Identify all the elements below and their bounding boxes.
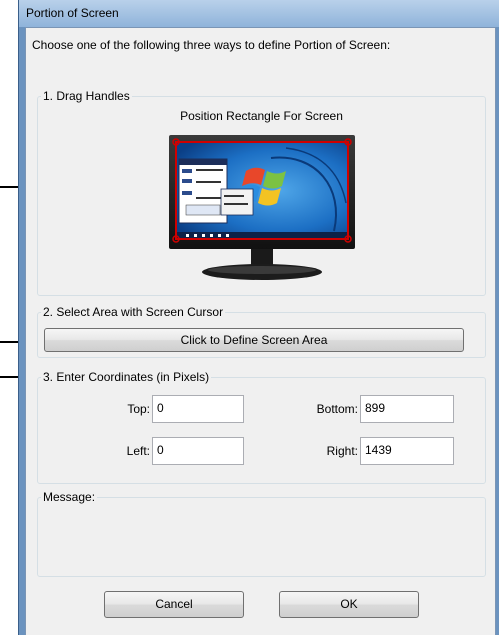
right-field[interactable]: 1439 — [360, 437, 454, 465]
top-label: Top: — [127, 402, 150, 416]
coordinates-group: 3. Enter Coordinates (in Pixels) Top: 0 … — [37, 370, 486, 484]
drag-handles-legend: 1. Drag Handles — [41, 89, 132, 103]
select-area-legend: 2. Select Area with Screen Cursor — [41, 305, 226, 319]
right-label: Right: — [326, 444, 358, 458]
intro-text: Choose one of the following three ways t… — [32, 38, 391, 52]
dialog-title: Portion of Screen — [26, 6, 119, 20]
bottom-field[interactable]: 899 — [360, 395, 454, 423]
taskbar — [176, 232, 348, 239]
select-area-group: 2. Select Area with Screen Cursor Click … — [37, 305, 486, 358]
message-legend: Message: — [41, 490, 98, 504]
dialog-body: Choose one of the following three ways t… — [25, 27, 496, 635]
message-group: Message: — [37, 490, 486, 577]
left-label: Left: — [126, 444, 150, 458]
ok-button[interactable]: OK — [279, 591, 419, 618]
portion-of-screen-dialog: Portion of Screen Choose one of the foll… — [18, 0, 499, 635]
left-field[interactable]: 0 — [152, 437, 244, 465]
define-screen-area-button[interactable]: Click to Define Screen Area — [44, 328, 464, 352]
title-bar[interactable]: Portion of Screen — [19, 0, 499, 27]
drag-handles-caption: Position Rectangle For Screen — [180, 109, 343, 123]
coordinates-legend: 3. Enter Coordinates (in Pixels) — [41, 370, 212, 384]
bottom-label: Bottom: — [316, 402, 358, 416]
cancel-button[interactable]: Cancel — [104, 591, 244, 618]
drag-handles-group: 1. Drag Handles Position Rectangle For S… — [37, 89, 486, 296]
top-field[interactable]: 0 — [152, 395, 244, 423]
monitor-preview[interactable] — [166, 133, 366, 283]
